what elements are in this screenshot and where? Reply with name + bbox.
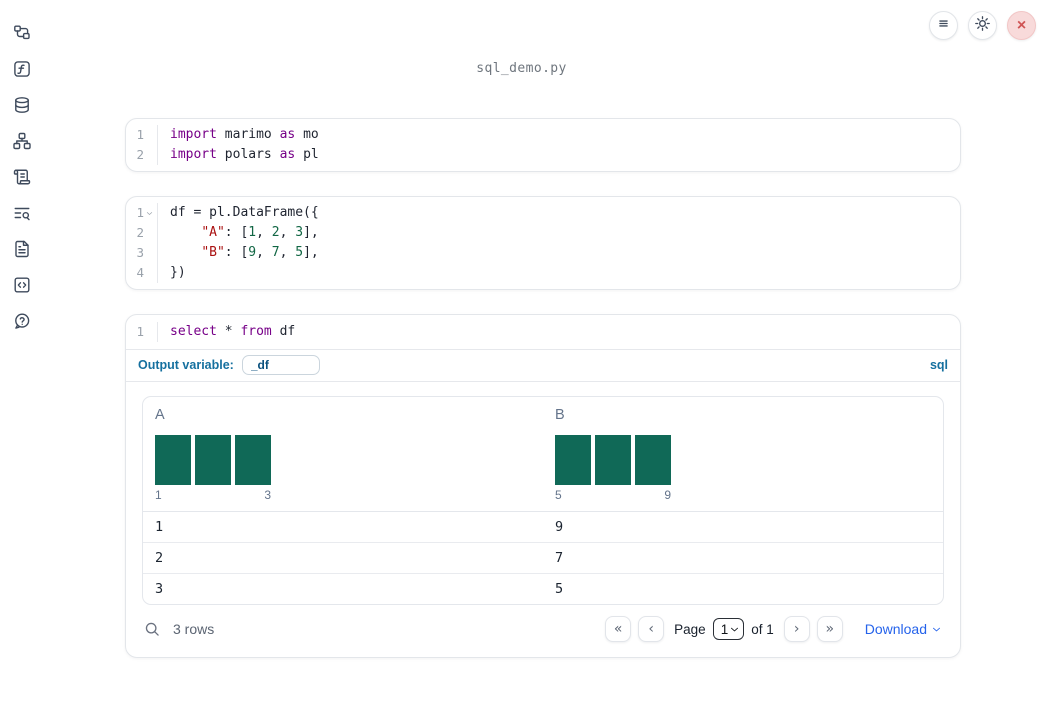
table-body: 192735 (143, 512, 943, 604)
page-label: Page (674, 621, 706, 637)
search-icon[interactable] (144, 621, 161, 638)
page-select[interactable]: 1 (712, 618, 745, 640)
rows-info: 3 rows (144, 621, 214, 638)
code-line: }) (170, 265, 186, 280)
scroll-icon[interactable] (13, 168, 31, 186)
chevron-down-icon (931, 624, 942, 635)
notebook-cells: 1 import marimo as mo 2 import polars as pl… (125, 118, 961, 658)
menu-icon (935, 15, 952, 37)
table-row: 27 (143, 543, 943, 574)
help-circle-icon[interactable] (13, 312, 31, 330)
table-cell: 2 (155, 550, 164, 566)
histogram-bar (155, 435, 191, 485)
download-label: Download (864, 621, 927, 637)
table-cell: 7 (555, 550, 564, 566)
table-row: 35 (143, 574, 943, 604)
chevron-left-icon: ‹ (648, 621, 654, 637)
menu-button[interactable] (929, 11, 958, 40)
sidebar (0, 0, 44, 713)
notebook-title: sql_demo.py (476, 61, 567, 76)
code-editor[interactable]: 1 df = pl.DataFrame({ 2 "A": [1, 2, 3], 3 "… (126, 197, 960, 289)
table-header-row: A 1 3 B 5 9 (143, 397, 943, 512)
table-row: 19 (143, 512, 943, 543)
table-cell: 3 (155, 581, 164, 597)
histogram-bar (595, 435, 631, 485)
chevrons-right-icon: » (825, 621, 835, 637)
line-number: 2 (126, 145, 158, 165)
histogram-max-label: 3 (264, 488, 271, 502)
table-footer: 3 rows « ‹ Page 1 of 1 › » Download (142, 605, 944, 657)
line-number: 1 (126, 125, 158, 145)
chevron-right-icon: › (793, 621, 800, 637)
sql-cell: 1 select * from df Output variable: sql A… (125, 314, 961, 658)
table-cell: 1 (155, 519, 164, 535)
output-variable-label: Output variable: (138, 358, 234, 372)
histogram-min-label: 1 (155, 488, 162, 502)
fold-chevron-icon[interactable] (144, 208, 154, 218)
code-line: "B": [9, 7, 5], (201, 245, 319, 260)
dataframe-table: A 1 3 B 5 9 1 9 2 7 3 5 (142, 396, 944, 605)
chevrons-left-icon: « (613, 621, 623, 637)
code-line: import marimo as mo (170, 127, 319, 142)
next-page-button[interactable]: › (783, 616, 810, 642)
close-icon: × (1016, 16, 1027, 34)
code-line: select * from df (170, 324, 296, 339)
code-line: import polars as pl (170, 147, 319, 162)
settings-button[interactable] (968, 11, 997, 40)
histogram-bar (635, 435, 671, 485)
file-text-icon[interactable] (13, 240, 31, 258)
output-variable-input[interactable] (241, 355, 320, 375)
table-cell: 9 (555, 519, 564, 535)
code-square-icon[interactable] (13, 276, 31, 294)
download-button[interactable]: Download (865, 621, 942, 637)
histogram-bar (235, 435, 271, 485)
code-cell-imports: 1 import marimo as mo 2 import polars as pl (125, 118, 961, 172)
column-histogram: 5 9 (555, 435, 671, 502)
file-tree-icon[interactable] (13, 24, 31, 42)
histogram-bar (195, 435, 231, 485)
line-number: 1 (126, 203, 158, 223)
page-total-label: of 1 (751, 621, 774, 637)
code-line: "A": [1, 2, 3], (201, 225, 319, 240)
histogram-bar (555, 435, 591, 485)
prev-page-button[interactable]: ‹ (638, 616, 665, 642)
column-header-label: B (555, 407, 565, 423)
code-cell-dataframe: 1 df = pl.DataFrame({ 2 "A": [1, 2, 3], 3 "… (125, 196, 961, 290)
column-header-label: A (155, 407, 165, 423)
sql-meta-row: Output variable: sql (126, 350, 960, 381)
table-header-col-b[interactable]: B 5 9 (543, 397, 943, 511)
line-number: 2 (126, 223, 158, 243)
pagination: « ‹ Page 1 of 1 › » Download (605, 616, 942, 642)
sql-editor[interactable]: 1 select * from df (126, 315, 960, 349)
line-number: 3 (126, 243, 158, 263)
line-number: 1 (126, 322, 158, 342)
code-line: df = pl.DataFrame({ (170, 205, 319, 220)
shutdown-button[interactable]: × (1007, 11, 1036, 40)
cell-output: A 1 3 B 5 9 1 9 2 7 3 5 3 rows « ‹ Page … (126, 382, 960, 657)
column-histogram: 1 3 (155, 435, 271, 502)
table-header-col-a[interactable]: A 1 3 (143, 397, 543, 511)
histogram-min-label: 5 (555, 488, 562, 502)
histogram-max-label: 9 (664, 488, 671, 502)
text-search-icon[interactable] (13, 204, 31, 222)
topbar: × (929, 11, 1036, 40)
code-editor[interactable]: 1 import marimo as mo 2 import polars as pl (126, 119, 960, 171)
line-number: 4 (126, 263, 158, 283)
language-badge: sql (929, 358, 948, 372)
last-page-button[interactable]: » (816, 616, 843, 642)
page-select-value: 1 (720, 621, 729, 637)
table-cell: 5 (555, 581, 564, 597)
row-count-label: 3 rows (173, 621, 215, 637)
first-page-button[interactable]: « (605, 616, 632, 642)
chevron-down-icon (729, 624, 740, 635)
gear-icon (974, 15, 991, 37)
graph-icon[interactable] (13, 132, 31, 150)
database-icon[interactable] (13, 96, 31, 114)
